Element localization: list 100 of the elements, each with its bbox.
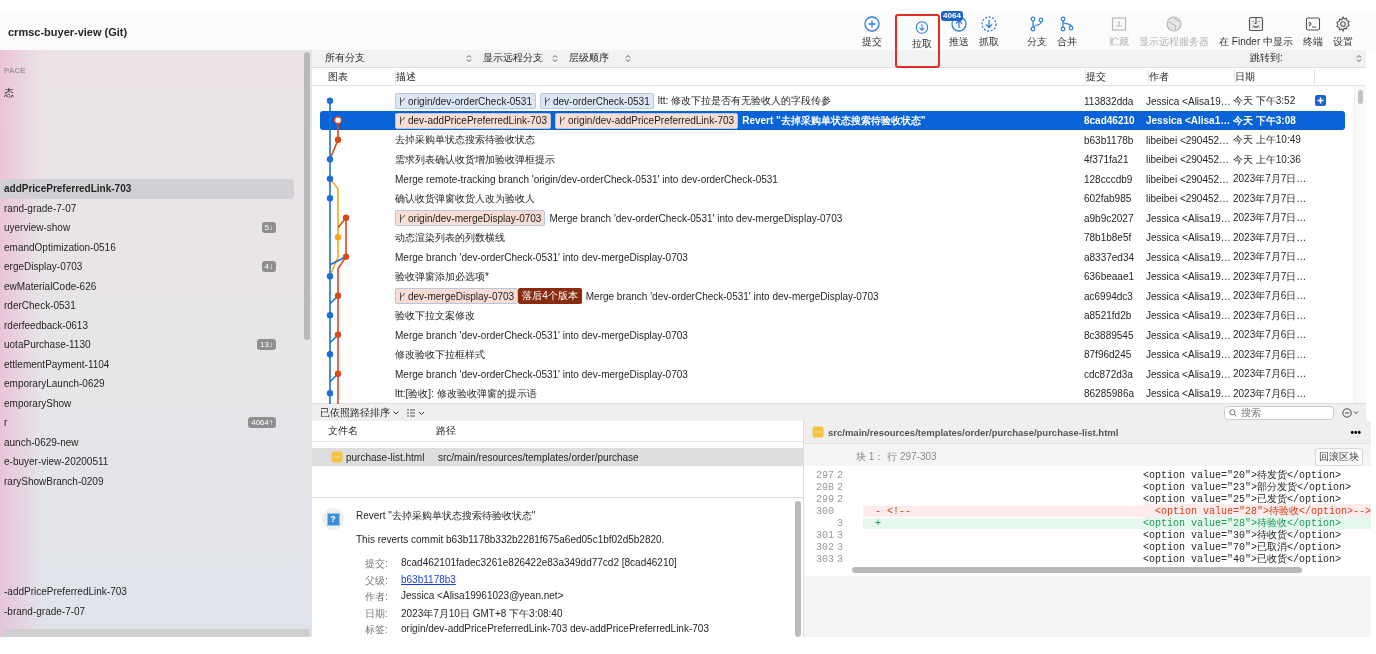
- diff-line: 303 3 <option value="40">已收货</option>: [815, 553, 1343, 565]
- field-value: 2023年7月10日 GMT+8 下午3:08:40: [401, 606, 564, 621]
- branch-item[interactable]: emandOptimization-0516: [0, 237, 294, 257]
- toolbar-button[interactable]: 在 Finder 中显示: [1214, 15, 1298, 49]
- toolbar-button[interactable]: 抓取: [974, 15, 1005, 49]
- commit-hash: 4f371fa21: [1084, 154, 1130, 166]
- list-view-icon[interactable]: [407, 408, 425, 417]
- commit-node: [334, 234, 342, 241]
- count-badge: 4↓: [261, 261, 276, 273]
- order-dropdown[interactable]: 层级顺序: [569, 51, 631, 66]
- commit-row[interactable]: Merge branch 'dev-orderCheck-0531' into dev-mergeDisplay-0703 cdc872d3a Jessica <Alisa19… 2023年7月6日…: [320, 364, 1345, 384]
- commit-node: [333, 116, 343, 125]
- column-header[interactable]: 图表: [328, 69, 396, 84]
- revert-hunk-button[interactable]: 回滚区块: [1315, 447, 1364, 466]
- commit-row[interactable]: 验收下拉文案修改 a8521fd2b Jessica <Alisa19… 2023年7月6日…: [320, 305, 1345, 326]
- commit-hash: ac6994dc3: [1084, 290, 1134, 302]
- branch-item[interactable]: e-buyer-view-20200511: [0, 452, 294, 472]
- branch-item[interactable]: addPricePreferredLink-703: [0, 179, 294, 199]
- column-header[interactable]: 路径: [436, 424, 544, 438]
- scrollbar[interactable]: [852, 567, 1302, 573]
- scrollbar[interactable]: [795, 501, 801, 637]
- column-header[interactable]: 作者: [1149, 69, 1235, 84]
- count-badge: 4064: [941, 10, 963, 21]
- commit-row[interactable]: Merge branch 'dev-orderCheck-0531' into dev-mergeDisplay-0703 a8337ed34 Jessica <Alisa19… 2023年7月7日…: [320, 247, 1345, 267]
- sidebar-item[interactable]: 态: [0, 75, 312, 100]
- field-label: 作者:: [365, 590, 389, 604]
- branch-item[interactable]: ergeDisplay-0703 4↓: [0, 257, 294, 277]
- diff-line: 300 - <!-- <option value="28">待验收</option>-->: [815, 505, 1372, 517]
- remote-filter-dropdown[interactable]: 显示远程分支: [483, 51, 558, 66]
- branch-item[interactable]: r 4064↑: [0, 413, 294, 433]
- commit-row[interactable]: origin/dev-orderCheck-0531 dev-orderCheck-0531 ltt: 修改下拉是否有无验收人的字段传参 113832dda Jessica <Alisa19… 今天 下午3:52: [320, 91, 1345, 111]
- column-header[interactable]: 日期: [1235, 69, 1315, 84]
- commit-node: [326, 351, 334, 358]
- commit-author: Jessica <Alisa19…: [1146, 251, 1232, 263]
- commit-row[interactable]: Merge remote-tracking branch 'origin/dev-orderCheck-0531' into dev-orderCheck-0531 128cccdb9 libeibei <290452… 2023年7月7日…: [320, 169, 1345, 189]
- branch-item[interactable]: -addPricePreferredLink-703: [0, 582, 294, 602]
- field-label: 父级:: [365, 573, 389, 588]
- branch-item[interactable]: ettlementPayment-1104: [0, 354, 294, 374]
- branch-item[interactable]: emporaryShow: [0, 393, 294, 413]
- commit-node: [326, 273, 334, 280]
- toolbar-button[interactable]: 设置: [1328, 15, 1358, 49]
- parent-link[interactable]: b63b1178b3: [401, 573, 709, 588]
- commit-row[interactable]: 需求列表确认收货增加验收弹框提示 4f371fa21 libeibei <290452… 今天 上午10:36: [320, 149, 1345, 170]
- scrollbar[interactable]: [304, 52, 310, 340]
- plus-icon[interactable]: [1315, 95, 1326, 107]
- commit-author: libeibei <290452…: [1146, 134, 1231, 146]
- commit-row[interactable]: 确认收货弹窗收货人改为验收人 602fab985 libeibei <290452… 2023年7月7日…: [320, 188, 1345, 209]
- commit-message: ltt: 修改下拉是否有无验收人的字段传参: [657, 94, 832, 109]
- file-row[interactable]: purchase-list.html src/main/resources/templates/order/purchase: [312, 448, 803, 466]
- toolbar-button[interactable]: 合并: [1052, 15, 1083, 49]
- commit-row[interactable]: 动态渲染列表的列数横线 78b1b8e5f Jessica <Alisa19… 2023年7月7日…: [320, 227, 1345, 248]
- column-header[interactable]: 文件名: [328, 424, 436, 438]
- commit-date: 2023年7月6日…: [1233, 308, 1308, 323]
- branch-item[interactable]: aunch-0629-new: [0, 432, 294, 452]
- commit-row[interactable]: origin/dev-mergeDisplay-0703 Merge branch 'dev-orderCheck-0531' into dev-mergeDisplay-0703 a9b9c2027 Jessica <Alisa19… 2023年7月7日…: [320, 208, 1345, 228]
- diff-line: 301 3 <option value="30">待收货</option>: [815, 529, 1343, 541]
- sort-dropdown[interactable]: 已依照路径排序: [320, 405, 399, 420]
- commit-row[interactable]: dev-addPricePreferredLink-703 origin/dev-addPricePreferredLink-703 Revert "去掉采购单状态搜索待验收状态" 8cad46210 Jessica <Alisa1… 今天 下午3:08: [320, 110, 1345, 131]
- file-path: src/main/resources/templates/order/purchase/purchase-list.html: [828, 426, 1119, 438]
- toolbar-button[interactable]: 分支: [1022, 15, 1053, 49]
- commit-row[interactable]: 去掉采购单状态搜索待验收状态 b63b1178b libeibei <290452… 今天 上午10:49: [320, 130, 1345, 150]
- commit-date: 2023年7月6日…: [1233, 289, 1308, 304]
- commit-row[interactable]: 验收弹窗添加必选项* 636beaae1 Jessica <Alisa19… 2023年7月7日…: [320, 266, 1345, 287]
- more-button[interactable]: •••: [1350, 426, 1362, 438]
- commit-row[interactable]: 修改验收下拉框样式 87f96d245 Jessica <Alisa19… 2023年7月6日…: [320, 344, 1345, 365]
- branch-item[interactable]: -brand-grade-7-07: [0, 601, 294, 621]
- toolbar-button[interactable]: 拉取: [906, 21, 937, 51]
- fetch-icon: [981, 15, 998, 32]
- column-header[interactable]: 描述: [396, 69, 1086, 84]
- scrollbar[interactable]: [1354, 86, 1366, 404]
- branch-item[interactable]: rand-grade-7-07: [0, 198, 294, 218]
- commit-message: 修改验收下拉框样式: [395, 347, 485, 362]
- commit-node: [326, 312, 334, 319]
- branch-item[interactable]: uyerview-show 5↓: [0, 218, 294, 238]
- branch-item[interactable]: rderfeedback-0613: [0, 315, 294, 335]
- scrollbar[interactable]: [4, 629, 310, 637]
- branch-item[interactable]: uotaPurchase-1130 13↓: [0, 335, 294, 355]
- diff-line: 299 2 <option value="25">已发货</option>: [815, 493, 1343, 505]
- commit-author: Jessica <Alisa19…: [1146, 388, 1232, 400]
- commit-row[interactable]: ltt:[验收]: 修改验收弹窗的提示语 86285986a Jessica <Alisa19… 2023年7月6日…: [320, 383, 1345, 404]
- commit-node: [334, 136, 342, 144]
- branch-item[interactable]: ewMaterialCode-626: [0, 276, 294, 296]
- globe-icon: [1166, 15, 1183, 32]
- toolbar-button[interactable]: 提交: [857, 15, 888, 49]
- branch-item[interactable]: emporaryLaunch-0629: [0, 374, 294, 394]
- commit-author: Jessica <Alisa19…: [1146, 212, 1232, 224]
- branch-icon: [1030, 15, 1045, 32]
- commit-message: Revert "去掉采购单状态搜索待验收状态": [742, 113, 926, 128]
- column-header[interactable]: 提交: [1086, 69, 1149, 84]
- search-field[interactable]: 搜索: [1224, 405, 1334, 420]
- commit-date: 2023年7月6日…: [1233, 328, 1308, 343]
- branch-item[interactable]: rderCheck-0531: [0, 296, 294, 316]
- branch-filter-dropdown[interactable]: 所有分支: [325, 51, 472, 66]
- commit-row[interactable]: Merge branch 'dev-orderCheck-0531' into dev-mergeDisplay-0703 8c3889545 Jessica <Alisa19… 2023年7月6日…: [320, 325, 1345, 345]
- branch-item[interactable]: raryShowBranch-0209: [0, 471, 294, 491]
- toolbar-button[interactable]: 终端: [1298, 15, 1328, 49]
- jump-to-dropdown[interactable]: 跳转到:: [1250, 51, 1366, 66]
- options-icon[interactable]: [1342, 407, 1360, 418]
- commit-date: 2023年7月6日…: [1233, 347, 1308, 362]
- commit-row[interactable]: dev-mergeDisplay-0703 落后4个版本 Merge branch 'dev-orderCheck-0531' into dev-mergeDisplay-0703 ac6994dc3 Jessica <Alisa19… 2023年7月6日…: [320, 286, 1345, 306]
